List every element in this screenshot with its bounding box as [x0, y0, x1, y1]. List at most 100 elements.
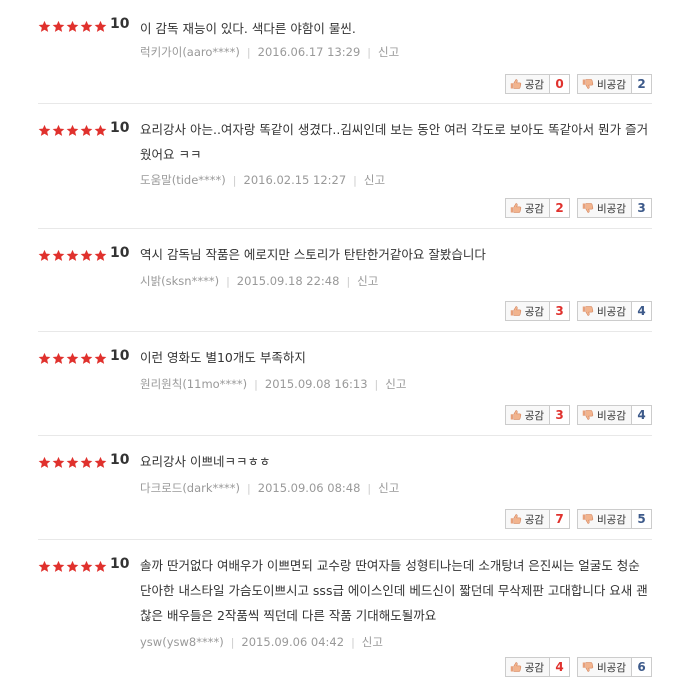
thumbs-down-icon [582, 409, 594, 421]
dislike-button[interactable]: 비공감 [577, 198, 632, 218]
like-count: 3 [550, 301, 571, 321]
star-icon [94, 456, 107, 469]
star-rating [38, 351, 108, 365]
dislike-label: 비공감 [597, 661, 626, 674]
star-icon [38, 560, 51, 573]
vote-buttons: 공감 4 비공감 6 [504, 657, 652, 677]
dislike-button[interactable]: 비공감 [577, 74, 632, 94]
divider: | [246, 45, 251, 59]
star-icon [38, 456, 51, 469]
rating-score: 10 [110, 556, 130, 572]
review-item: 10 이런 영화도 별10개도 부족하지 원리원칙(11mo****) | 20… [38, 332, 652, 436]
report-link[interactable]: 신고 [378, 44, 399, 60]
rating-score: 10 [110, 245, 130, 261]
author-name[interactable]: 도움말(tide****) [140, 172, 226, 188]
thumbs-up-icon [510, 305, 522, 317]
report-link[interactable]: 신고 [362, 634, 383, 650]
star-icon [38, 124, 51, 137]
star-icon [66, 352, 79, 365]
review-item: 10 이 감독 재능이 있다. 색다른 야함이 물씬. 럭키가이(aaro***… [38, 0, 652, 104]
rating-score: 10 [110, 452, 130, 468]
divider: | [254, 377, 258, 391]
review-date: 2016.06.17 13:29 [257, 45, 361, 59]
review-item: 10 요리강사 아는..여자랑 똑같이 생겼다..김씨인데 보는 동안 여러 각… [38, 104, 652, 229]
review-body: 이런 영화도 별10개도 부족하지 원리원칙(11mo****) | 2015.… [140, 332, 652, 392]
star-icon [52, 456, 65, 469]
dislike-count: 4 [632, 405, 652, 425]
thumbs-up-icon [510, 513, 522, 525]
dislike-label: 비공감 [597, 78, 626, 91]
review-meta: 럭키가이(aaro****) | 2016.06.17 13:29 | 신고 [140, 44, 652, 60]
review-body: 요리강사 아는..여자랑 똑같이 생겼다..김씨인데 보는 동안 여러 각도로 … [140, 104, 652, 188]
author-name[interactable]: 다크로드(dark****) [140, 480, 240, 496]
review-body: 역시 감독님 작품은 에로지만 스토리가 탄탄한거같아요 잘봤습니다 시밝(sk… [140, 229, 652, 289]
like-button[interactable]: 공감 [504, 657, 551, 677]
like-label: 공감 [524, 202, 545, 215]
divider: | [367, 481, 372, 495]
author-name[interactable]: 럭키가이(aaro****) [140, 44, 240, 60]
star-icon [66, 560, 79, 573]
author-name[interactable]: 시밝(sksn****) [140, 273, 219, 289]
dislike-count: 6 [632, 657, 652, 677]
star-icon [52, 20, 65, 33]
review-text: 역시 감독님 작품은 에로지만 스토리가 탄탄한거같아요 잘봤습니다 [140, 247, 486, 262]
star-icon [80, 20, 93, 33]
star-rating [38, 19, 108, 33]
divider: | [374, 377, 379, 391]
report-link[interactable]: 신고 [378, 480, 399, 496]
vote-buttons: 공감 3 비공감 4 [504, 301, 652, 321]
thumbs-down-icon [582, 305, 594, 317]
like-button[interactable]: 공감 [504, 74, 551, 94]
review-body: 이 감독 재능이 있다. 색다른 야함이 물씬. 럭키가이(aaro****) … [140, 0, 652, 60]
author-name[interactable]: ysw(ysw8****) [140, 635, 224, 649]
review-text: 솔까 딴거없다 여배우가 이쁘면되 교수랑 딴여자들 성형티나는데 소개탕녀 은… [140, 558, 648, 623]
report-link[interactable]: 신고 [385, 376, 406, 392]
like-button[interactable]: 공감 [504, 405, 551, 425]
like-label: 공감 [524, 661, 545, 674]
divider: | [351, 635, 355, 649]
divider: | [226, 274, 230, 288]
like-button[interactable]: 공감 [504, 198, 551, 218]
review-meta: 원리원칙(11mo****) | 2015.09.08 16:13 | 신고 [140, 376, 652, 392]
dislike-button[interactable]: 비공감 [577, 657, 632, 677]
dislike-button[interactable]: 비공감 [577, 405, 632, 425]
like-count: 2 [550, 198, 571, 218]
star-icon [94, 352, 107, 365]
report-link[interactable]: 신고 [357, 273, 378, 289]
review-text: 이 감독 재능이 있다. 색다른 야함이 물씬. [140, 21, 356, 36]
star-icon [52, 249, 65, 262]
star-rating [38, 248, 108, 262]
like-label: 공감 [524, 513, 545, 526]
rating-score: 10 [110, 16, 130, 32]
star-icon [94, 124, 107, 137]
review-date: 2015.09.18 22:48 [236, 274, 340, 288]
divider: | [230, 635, 235, 649]
review-date: 2015.09.06 04:42 [241, 635, 345, 649]
star-icon [38, 20, 51, 33]
star-icon [66, 124, 79, 137]
star-icon [52, 124, 65, 137]
review-date: 2015.09.08 16:13 [264, 377, 368, 391]
dislike-button[interactable]: 비공감 [577, 301, 632, 321]
rating-score: 10 [110, 120, 130, 136]
vote-buttons: 공감 0 비공감 2 [504, 74, 652, 94]
dislike-count: 5 [632, 509, 652, 529]
star-icon [66, 20, 79, 33]
divider: | [247, 481, 251, 495]
star-icon [94, 249, 107, 262]
like-count: 4 [550, 657, 571, 677]
review-meta: 도움말(tide****) | 2016.02.15 12:27 | 신고 [140, 172, 652, 188]
vote-buttons: 공감 3 비공감 4 [504, 405, 652, 425]
star-icon [52, 352, 65, 365]
report-link[interactable]: 신고 [364, 172, 385, 188]
vote-buttons: 공감 7 비공감 5 [504, 509, 652, 529]
like-button[interactable]: 공감 [504, 301, 551, 321]
review-text: 이런 영화도 별10개도 부족하지 [140, 350, 306, 365]
author-name[interactable]: 원리원칙(11mo****) [140, 376, 247, 392]
like-button[interactable]: 공감 [504, 509, 551, 529]
star-rating [38, 455, 108, 469]
dislike-button[interactable]: 비공감 [577, 509, 632, 529]
like-label: 공감 [524, 305, 545, 318]
review-text: 요리강사 이쁘네ㅋㅋㅎㅎ [140, 454, 271, 469]
review-meta: 시밝(sksn****) | 2015.09.18 22:48 | 신고 [140, 273, 652, 289]
